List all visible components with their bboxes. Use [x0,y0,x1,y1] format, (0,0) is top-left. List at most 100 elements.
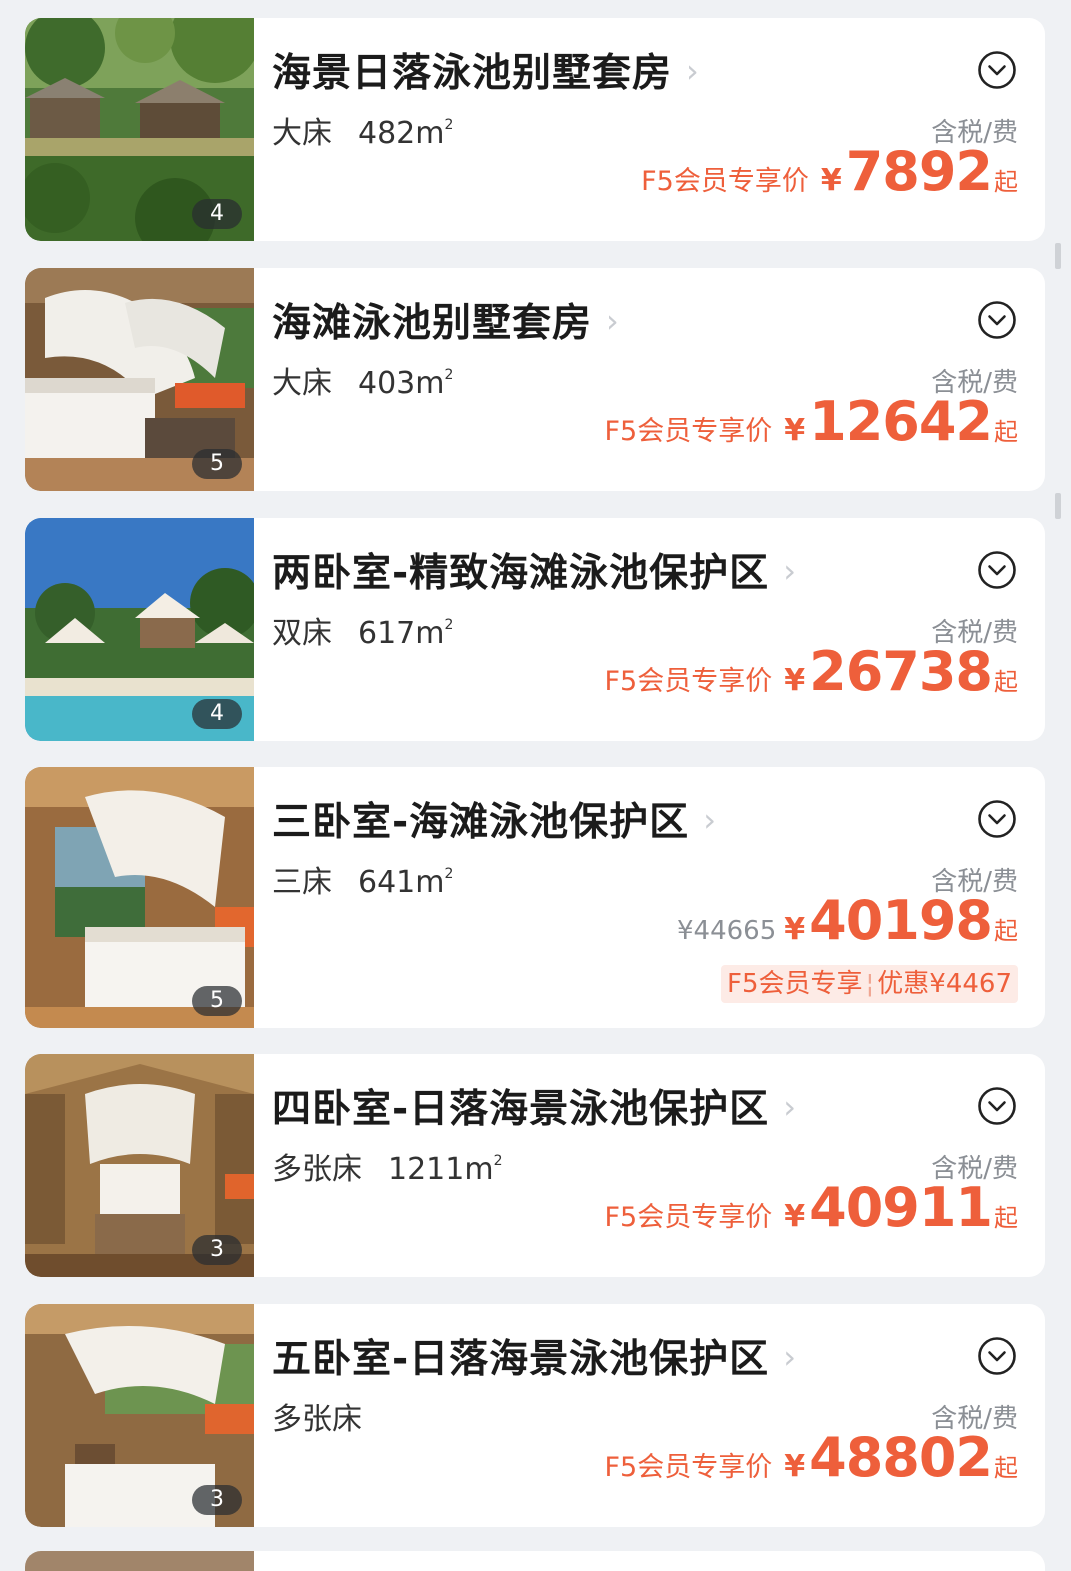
price-line[interactable]: F5会员专享价 ¥ 40911 起 [605,1181,1018,1235]
price-value: 40198 [809,889,993,952]
price-suffix: 起 [994,668,1018,696]
room-list: 4 海景日落泳池别墅套房 › 大床 482m2 含税/费 F5会员专享价 ¥ 789… [0,0,1071,1571]
room-photo[interactable]: 3 [25,1054,254,1277]
currency-symbol: ¥ [784,912,806,947]
photo-count-badge: 4 [192,699,242,729]
photo-count-badge: 3 [192,1485,242,1515]
room-photo[interactable]: 5 [25,268,254,491]
price-value: 12642 [809,390,993,453]
room-name-text: 五卧室-日落海景泳池保护区 [272,1337,770,1382]
scrollbar-thumb[interactable] [1055,243,1061,269]
room-spec: 大床 403m2 [272,358,453,402]
photo-count-badge: 3 [192,1235,242,1265]
photo-count-badge: 5 [192,449,242,479]
room-spec: 多张床 [272,1394,388,1438]
discount-separator: ¦ [865,969,875,999]
member-price-label: F5会员专享价 [604,416,773,447]
room-card[interactable]: 3 五卧室-日落海景泳池保护区 › 多张床 含税/费 F5会员专享价 ¥ 4880… [25,1304,1045,1527]
chevron-down-circle-icon[interactable] [977,1336,1017,1376]
chevron-down-circle-icon[interactable] [977,550,1017,590]
price-value: 26738 [809,640,993,703]
member-price-label: F5会员专享价 [604,666,773,697]
chevron-right-icon: › [783,1088,797,1126]
bed-type: 三床 [272,865,332,900]
bed-type: 双床 [272,616,332,651]
photo-count-badge: 5 [192,986,242,1016]
bed-type: 多张床 [272,1402,362,1437]
room-name-text: 海滩泳池别墅套房 [272,301,593,346]
price-line[interactable]: F5会员专享价 ¥ 12642 起 [605,395,1018,449]
room-card[interactable]: 3 四卧室-日落海景泳池保护区 › 多张床 1211m2 含税/费 F5会员专享价 … [25,1054,1045,1277]
room-name-text: 两卧室-精致海滩泳池保护区 [272,551,770,596]
area-unit-sup: 2 [493,1153,503,1169]
room-name[interactable]: 海滩泳池别墅套房 › [272,292,620,348]
room-area: 617m [358,616,445,651]
room-spec: 三床 641m2 [272,857,453,901]
price-line[interactable]: ¥44665 ¥ 40198 起 [677,894,1018,948]
room-name[interactable]: 三卧室-海滩泳池保护区 › [272,791,717,847]
price-suffix: 起 [994,917,1018,945]
currency-symbol: ¥ [784,1449,806,1484]
scrollbar-thumb[interactable] [1055,493,1061,519]
next-room-card[interactable] [25,1551,1045,1571]
room-card[interactable]: 5 三卧室-海滩泳池保护区 › 三床 641m2 含税/费 ¥44665 ¥ 401… [25,767,1045,1028]
chevron-right-icon: › [783,552,797,590]
room-name[interactable]: 海景日落泳池别墅套房 › [272,42,700,98]
room-name[interactable]: 两卧室-精致海滩泳池保护区 › [272,542,797,598]
price-value: 40911 [809,1176,993,1239]
chevron-down-circle-icon[interactable] [977,300,1017,340]
area-unit-sup: 2 [444,117,454,133]
member-discount-tag: F5会员专享 ¦ 优惠¥4467 [721,965,1018,1003]
price-suffix: 起 [994,1454,1018,1482]
currency-symbol: ¥ [784,413,806,448]
price-value: 7892 [845,140,993,203]
bed-type: 大床 [272,116,332,151]
room-spec: 多张床 1211m2 [272,1144,503,1188]
chevron-right-icon: › [686,52,700,90]
price-suffix: 起 [994,168,1018,196]
member-price-label: F5会员专享价 [604,1202,773,1233]
room-card[interactable]: 5 海滩泳池别墅套房 › 大床 403m2 含税/费 F5会员专享价 ¥ 12642… [25,268,1045,491]
currency-symbol: ¥ [820,163,842,198]
room-spec: 大床 482m2 [272,108,453,152]
currency-symbol: ¥ [784,663,806,698]
room-card[interactable]: 4 海景日落泳池别墅套房 › 大床 482m2 含税/费 F5会员专享价 ¥ 789… [25,18,1045,241]
currency-symbol: ¥ [784,1199,806,1234]
price-suffix: 起 [994,1204,1018,1232]
chevron-down-circle-icon[interactable] [977,799,1017,839]
price-line[interactable]: F5会员专享价 ¥ 26738 起 [605,645,1018,699]
room-card[interactable]: 4 两卧室-精致海滩泳池保护区 › 双床 617m2 含税/费 F5会员专享价 ¥ … [25,518,1045,741]
room-area: 403m [358,366,445,401]
member-price-label: F5会员专享价 [641,166,809,197]
price-value: 48802 [809,1426,993,1489]
price-suffix: 起 [994,418,1018,446]
room-name-text: 四卧室-日落海景泳池保护区 [272,1087,770,1132]
discount-amount: 优惠¥4467 [877,969,1012,999]
chevron-down-circle-icon[interactable] [977,1086,1017,1126]
room-photo[interactable]: 4 [25,518,254,741]
room-name[interactable]: 四卧室-日落海景泳池保护区 › [272,1078,797,1134]
room-area: 482m [358,116,445,151]
price-line[interactable]: F5会员专享价 ¥ 48802 起 [605,1431,1018,1485]
member-price-label: F5会员专享价 [604,1452,773,1483]
room-name-text: 三卧室-海滩泳池保护区 [272,800,690,845]
room-name-text: 海景日落泳池别墅套房 [272,51,673,96]
chevron-down-circle-icon[interactable] [977,50,1017,90]
room-photo[interactable]: 4 [25,18,254,241]
room-photo[interactable]: 5 [25,767,254,1028]
chevron-right-icon: › [783,1338,797,1376]
room-photo[interactable]: 3 [25,1304,254,1527]
photo-count-badge: 4 [192,199,242,229]
chevron-right-icon: › [606,302,620,340]
chevron-right-icon: › [703,801,717,839]
price-line[interactable]: F5会员专享价 ¥ 7892 起 [641,145,1018,199]
original-price: ¥44665 [676,916,777,946]
room-area: 1211m [388,1152,494,1187]
area-unit-sup: 2 [444,367,454,383]
room-spec: 双床 617m2 [272,608,453,652]
room-name[interactable]: 五卧室-日落海景泳池保护区 › [272,1328,797,1384]
room-area: 641m [358,865,445,900]
discount-label: F5会员专享 [727,969,863,999]
area-unit-sup: 2 [444,866,454,882]
room-photo [25,1551,254,1571]
